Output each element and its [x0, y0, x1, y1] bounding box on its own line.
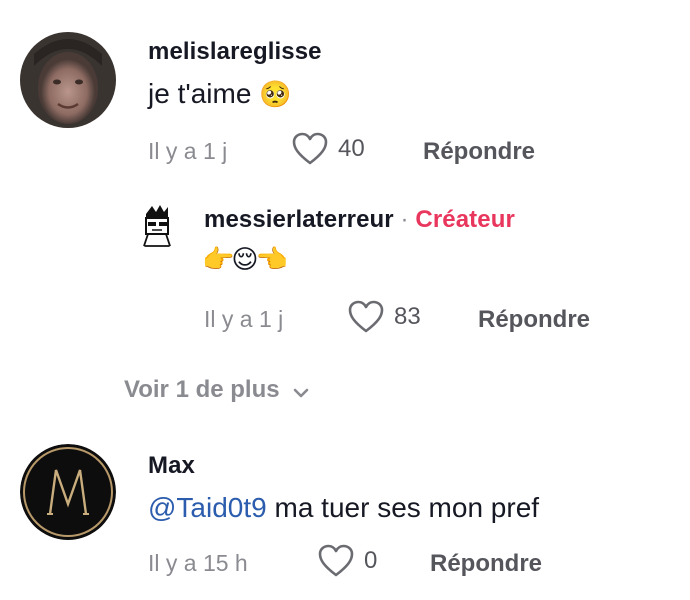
- avatar[interactable]: [20, 444, 116, 540]
- view-more-replies-button[interactable]: Voir 1 de plus: [124, 374, 310, 406]
- like-count: 40: [338, 135, 365, 162]
- like-count: 0: [364, 547, 378, 574]
- emoji-comment: 👉😌👈: [202, 244, 288, 274]
- comment-text: @Taid0t9 ma tuer ses mon pref: [148, 492, 539, 524]
- comment-body: je t'aime: [148, 78, 252, 109]
- heart-outline-icon[interactable]: [318, 544, 354, 583]
- heart-outline-icon[interactable]: [292, 132, 328, 171]
- reply-header: messierlaterreur · Créateur: [204, 206, 515, 234]
- comment-timestamp: Il y a 15 h: [148, 550, 248, 576]
- comment-username[interactable]: messierlaterreur: [204, 206, 394, 233]
- comment-timestamp: Il y a 1 j: [204, 306, 284, 332]
- comment-body: ma tuer ses mon pref: [274, 492, 540, 523]
- comment-timestamp: Il y a 1 j: [148, 138, 228, 164]
- avatar[interactable]: [20, 32, 116, 128]
- comment-username[interactable]: Max: [148, 452, 195, 480]
- avatar[interactable]: [132, 200, 182, 250]
- reply-button[interactable]: Répondre: [423, 138, 535, 166]
- view-more-label: Voir 1 de plus: [124, 376, 280, 403]
- like-count: 83: [394, 303, 421, 330]
- mention-link[interactable]: @Taid0t9: [148, 492, 267, 523]
- comment-username[interactable]: melislareglisse: [148, 38, 322, 66]
- pleading-face-icon: 🥺: [259, 79, 292, 109]
- creator-badge: Créateur: [415, 206, 515, 233]
- reply-button[interactable]: Répondre: [478, 306, 590, 334]
- chevron-down-icon: [292, 378, 310, 406]
- reply-button[interactable]: Répondre: [430, 550, 542, 578]
- comment-text: je t'aime 🥺: [148, 78, 292, 110]
- heart-outline-icon[interactable]: [348, 300, 384, 339]
- separator: ·: [400, 206, 409, 233]
